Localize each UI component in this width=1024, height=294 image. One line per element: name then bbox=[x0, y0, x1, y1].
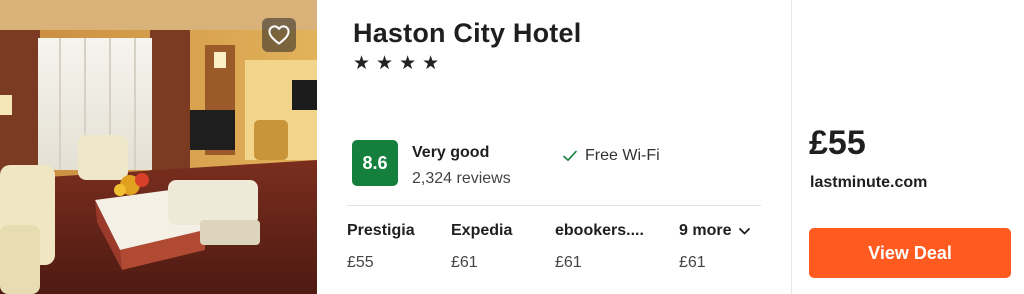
provider-name: Expedia bbox=[451, 222, 513, 239]
deal-panel: £55 lastminute.com View Deal bbox=[792, 0, 1024, 294]
more-providers-price: £61 bbox=[679, 254, 706, 271]
star-icon: ★ bbox=[422, 53, 440, 74]
rating-score-badge: 8.6 bbox=[352, 140, 398, 186]
deal-site: lastminute.com bbox=[810, 174, 928, 191]
provider-price: £61 bbox=[555, 254, 582, 271]
star-icon: ★ bbox=[376, 53, 394, 74]
amenity-wifi: Free Wi-Fi bbox=[563, 147, 660, 165]
provider-expedia[interactable]: Expedia £61 bbox=[451, 222, 512, 272]
more-providers-button[interactable]: 9 more £61 bbox=[679, 222, 751, 272]
hotel-info: Haston City Hotel ★ ★ ★ ★ 8.6 Very good 2,3… bbox=[317, 0, 791, 294]
star-rating: ★ ★ ★ ★ bbox=[353, 52, 439, 76]
provider-prestigia[interactable]: Prestigia £55 bbox=[347, 222, 415, 272]
star-icon: ★ bbox=[353, 53, 371, 74]
provider-price: £55 bbox=[347, 254, 374, 271]
amenity-label: Free Wi-Fi bbox=[585, 147, 660, 164]
provider-price: £61 bbox=[451, 254, 478, 271]
favorite-button[interactable] bbox=[262, 18, 296, 52]
provider-ebookers[interactable]: ebookers.... £61 bbox=[555, 222, 644, 272]
hotel-name[interactable]: Haston City Hotel bbox=[353, 18, 581, 49]
more-providers-label: 9 more bbox=[679, 222, 732, 239]
divider bbox=[347, 205, 761, 206]
view-deal-button[interactable]: View Deal bbox=[809, 228, 1011, 278]
deal-price: £55 bbox=[809, 124, 866, 162]
star-icon: ★ bbox=[399, 53, 417, 74]
provider-name: Prestigia bbox=[347, 222, 415, 239]
hotel-photo[interactable] bbox=[0, 0, 317, 294]
review-count[interactable]: 2,324 reviews bbox=[412, 170, 511, 188]
heart-outline-icon bbox=[268, 25, 290, 45]
rating-label: Very good bbox=[412, 144, 490, 161]
check-icon bbox=[563, 150, 577, 161]
hotel-result-card: Haston City Hotel ★ ★ ★ ★ 8.6 Very good 2,3… bbox=[0, 0, 1024, 294]
provider-name: ebookers.... bbox=[555, 222, 644, 239]
chevron-down-icon bbox=[739, 227, 751, 234]
